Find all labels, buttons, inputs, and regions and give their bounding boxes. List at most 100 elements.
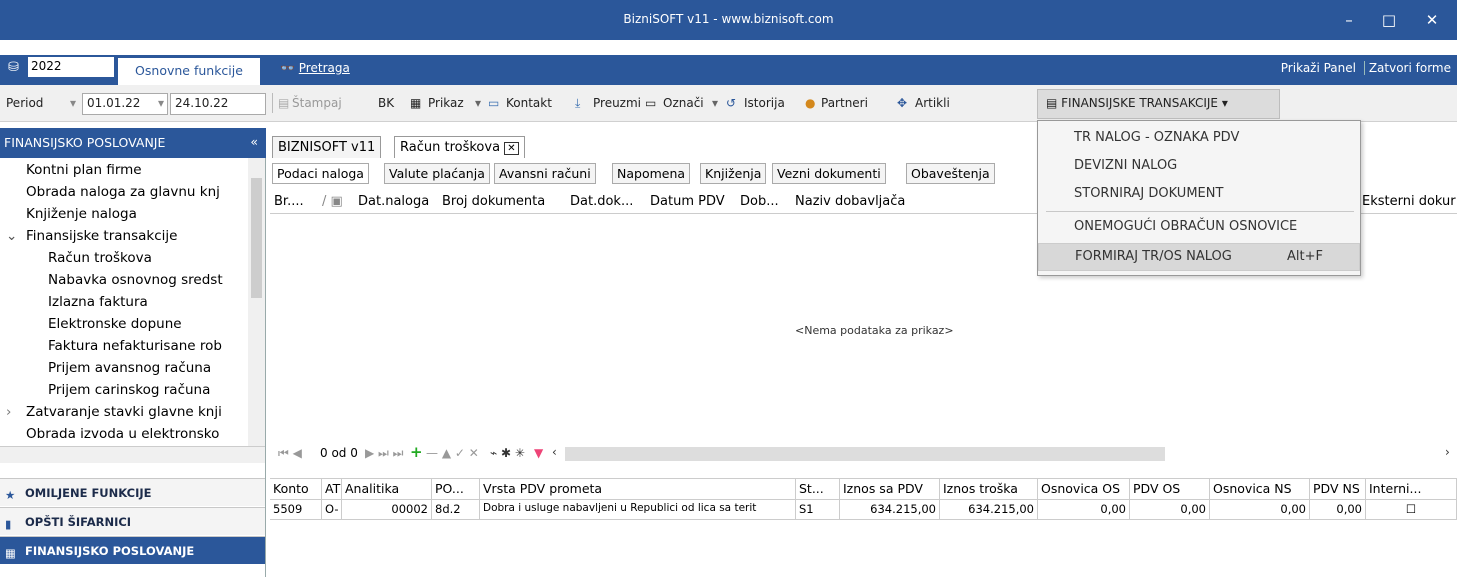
view-button[interactable]: Prikaz bbox=[428, 96, 464, 110]
column-header[interactable]: Analitika bbox=[342, 479, 432, 499]
tab-obavestenja[interactable]: Obaveštenja bbox=[906, 163, 995, 184]
column-header[interactable]: St... bbox=[796, 479, 840, 499]
tree-item-prijem-carinskog[interactable]: Prijem carinskog računa bbox=[48, 382, 210, 404]
tab-podaci-naloga[interactable]: Podaci naloga bbox=[272, 163, 369, 184]
cell[interactable]: 00002 bbox=[342, 500, 432, 519]
chevron-right-icon[interactable]: › bbox=[6, 404, 11, 426]
collapse-icon[interactable]: « bbox=[250, 134, 258, 149]
nav-next-icon[interactable]: ▶ ⏭ ⏭ bbox=[365, 446, 403, 461]
column-header[interactable]: Iznos troška bbox=[940, 479, 1038, 499]
menu-item-devizni-nalog[interactable]: DEVIZNI NALOG bbox=[1038, 153, 1360, 181]
filter-icon[interactable]: / ▣ bbox=[322, 194, 343, 209]
column-header[interactable]: Dob... bbox=[740, 194, 779, 209]
column-header[interactable]: Osnovica OS bbox=[1038, 479, 1130, 499]
column-header[interactable]: PDV NS bbox=[1310, 479, 1366, 499]
column-header[interactable]: Datum PDV bbox=[650, 194, 725, 209]
horizontal-scroll-thumb[interactable] bbox=[565, 447, 1165, 461]
tree-item-obrada-naloga[interactable]: Obrada naloga za glavnu knj bbox=[26, 184, 220, 206]
tab-racun-troskova[interactable]: Račun troškova ✕ bbox=[394, 136, 525, 158]
cell[interactable]: 634.215,00 bbox=[940, 500, 1038, 519]
column-header[interactable]: Dat.naloga bbox=[358, 194, 429, 209]
column-header[interactable]: Naziv dobavljača bbox=[795, 194, 905, 209]
items-button[interactable]: Artikli bbox=[915, 96, 950, 110]
tab-knjizenja[interactable]: Knjiženja bbox=[700, 163, 767, 184]
filter-icon[interactable]: ▼ bbox=[534, 446, 543, 460]
remove-icon[interactable]: — ▲ ✓ ✕ bbox=[426, 446, 479, 460]
cell[interactable]: O- bbox=[322, 500, 342, 519]
bk-button[interactable]: BK bbox=[378, 96, 394, 110]
tree-item-knjizenje-naloga[interactable]: Knjiženje naloga bbox=[26, 206, 137, 228]
download-button[interactable]: Preuzmi bbox=[593, 96, 641, 110]
tree-item-kontni-plan[interactable]: Kontni plan firme bbox=[26, 162, 142, 184]
cell[interactable]: 5509 bbox=[270, 500, 322, 519]
bar-opsti-sifarnici[interactable]: ▮ OPŠTI ŠIFARNICI bbox=[0, 507, 265, 535]
tree-item-obrada-izvoda[interactable]: Obrada izvoda u elektronsko bbox=[26, 426, 219, 448]
tree-item-nabavka-os[interactable]: Nabavka osnovnog sredst bbox=[48, 272, 223, 294]
scroll-left-icon[interactable]: ‹ bbox=[552, 445, 557, 459]
cell[interactable]: Dobra i usluge nabavljeni u Republici od… bbox=[480, 500, 796, 519]
column-header[interactable]: PO... bbox=[432, 479, 480, 499]
bar-finansijsko-poslovanje[interactable]: ▦ FINANSIJSKO POSLOVANJE bbox=[0, 536, 265, 564]
chevron-down-icon[interactable]: ⌄ bbox=[6, 228, 17, 250]
tree-item-elektronske-dopune[interactable]: Elektronske dopune bbox=[48, 316, 182, 338]
column-header[interactable]: PDV OS bbox=[1130, 479, 1210, 499]
column-header[interactable]: Osnovica NS bbox=[1210, 479, 1310, 499]
add-icon[interactable]: + bbox=[410, 443, 423, 461]
tab-biznisoft[interactable]: BIZNISOFT v11 bbox=[272, 136, 382, 158]
tree-item-zatvaranje-stavki[interactable]: Zatvaranje stavki glavne knji bbox=[26, 404, 222, 426]
cell[interactable]: S1 bbox=[796, 500, 840, 519]
history-button[interactable]: Istorija bbox=[744, 96, 785, 110]
checkbox[interactable]: ☐ bbox=[1366, 500, 1457, 519]
column-header[interactable]: Br.... bbox=[274, 194, 304, 209]
tree-horizontal-scrollbar[interactable] bbox=[0, 446, 265, 463]
cell[interactable]: 634.215,00 bbox=[840, 500, 940, 519]
date-to-input[interactable]: 24.10.22 bbox=[170, 93, 266, 115]
menu-item-storniraj[interactable]: STORNIRAJ DOKUMENT bbox=[1038, 181, 1360, 209]
scroll-thumb[interactable] bbox=[251, 178, 262, 298]
tab-valute-placanja[interactable]: Valute plaćanja bbox=[384, 163, 490, 184]
cell[interactable]: 0,00 bbox=[1038, 500, 1130, 519]
tree-item-prijem-avansnog[interactable]: Prijem avansnog računa bbox=[48, 360, 211, 382]
close-forms-link[interactable]: Zatvori forme bbox=[1369, 61, 1451, 75]
column-header[interactable]: Vrsta PDV prometa bbox=[480, 479, 796, 499]
tree-vertical-scrollbar[interactable] bbox=[248, 158, 265, 448]
column-header[interactable]: Broj dokumenta bbox=[442, 194, 545, 209]
mark-button[interactable]: Označi bbox=[663, 96, 704, 110]
tab-vezni-dokumenti[interactable]: Vezni dokumenti bbox=[772, 163, 886, 184]
financial-transactions-dropdown[interactable]: ▤ FINANSIJSKE TRANSAKCIJE ▾ bbox=[1037, 89, 1280, 119]
tab-napomena[interactable]: Napomena bbox=[612, 163, 691, 184]
column-header[interactable]: Eksterni dokur bbox=[1362, 194, 1456, 209]
column-header[interactable]: Konto bbox=[270, 479, 322, 499]
close-icon[interactable]: ✕ bbox=[504, 142, 519, 155]
column-header[interactable]: Iznos sa PDV bbox=[840, 479, 940, 499]
column-header[interactable]: Interni... bbox=[1366, 479, 1457, 499]
tree-item-finansijske-transakcije[interactable]: Finansijske transakcije bbox=[26, 228, 177, 250]
tree-item-faktura-nefakturisane[interactable]: Faktura nefakturisane rob bbox=[48, 338, 222, 360]
cell[interactable]: 0,00 bbox=[1210, 500, 1310, 519]
table-row[interactable]: 5509 O- 00002 8d.2 Dobra i usluge nabavl… bbox=[270, 500, 1457, 520]
tab-avansni-racuni[interactable]: Avansni računi bbox=[494, 163, 596, 184]
cell[interactable]: 0,00 bbox=[1310, 500, 1366, 519]
contact-button[interactable]: Kontakt bbox=[506, 96, 552, 110]
column-header[interactable]: AT bbox=[322, 479, 342, 499]
menu-item-tr-nalog[interactable]: TR NALOG - OZNAKA PDV bbox=[1038, 125, 1360, 153]
partners-button[interactable]: Partneri bbox=[821, 96, 868, 110]
date-from-input[interactable]: 01.01.22 bbox=[82, 93, 168, 115]
maximize-button[interactable]: □ bbox=[1369, 6, 1409, 34]
scroll-right-icon[interactable]: › bbox=[1445, 445, 1450, 459]
show-panel-link[interactable]: Prikaži Panel bbox=[1281, 61, 1356, 75]
column-header[interactable]: Dat.dok... bbox=[570, 194, 633, 209]
close-button[interactable]: ✕ bbox=[1412, 6, 1452, 34]
print-button[interactable]: Štampaj bbox=[292, 96, 342, 110]
menu-item-formiraj-tr-os[interactable]: FORMIRAJ TR/OS NALOG Alt+F bbox=[1038, 243, 1360, 271]
nav-first-icon[interactable]: ⏮ ◀ bbox=[278, 446, 302, 461]
cell[interactable]: 8d.2 bbox=[432, 500, 480, 519]
tab-osnovne-funkcije[interactable]: Osnovne funkcije bbox=[118, 58, 260, 85]
tools-icon[interactable]: ⌁ ✱ ✳ bbox=[490, 446, 525, 460]
bar-omiljene-funkcije[interactable]: ★ OMILJENE FUNKCIJE bbox=[0, 478, 265, 506]
cell[interactable]: 0,00 bbox=[1130, 500, 1210, 519]
minimize-button[interactable]: – bbox=[1329, 6, 1369, 34]
tree-item-izlazna-faktura[interactable]: Izlazna faktura bbox=[48, 294, 148, 316]
search-link[interactable]: 👓 Pretraga bbox=[280, 61, 350, 75]
year-selector[interactable]: 2022 bbox=[28, 57, 114, 77]
